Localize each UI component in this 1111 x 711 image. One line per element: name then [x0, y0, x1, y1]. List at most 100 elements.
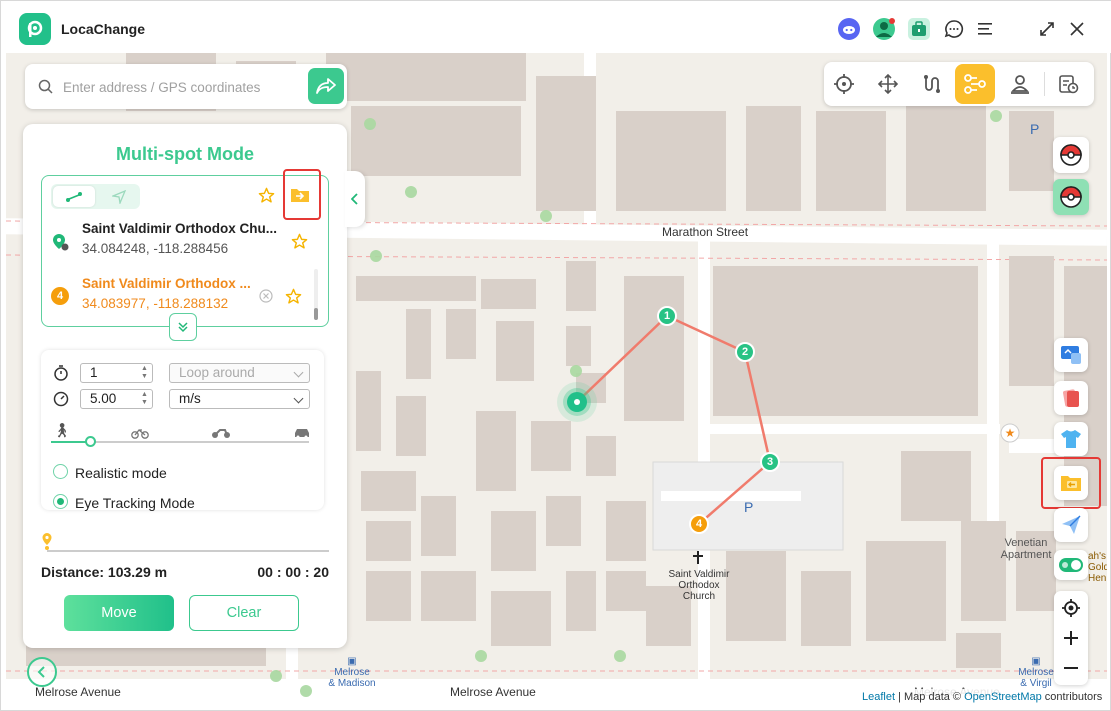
move-button[interactable]: Move	[64, 595, 174, 631]
speed-unit-select[interactable]: m/s	[169, 389, 310, 409]
back-button[interactable]	[27, 657, 57, 687]
navigation-tab[interactable]	[101, 186, 137, 207]
discord-icon[interactable]	[837, 17, 861, 41]
share-arrow-icon	[316, 78, 336, 94]
chevron-left-icon	[351, 193, 358, 205]
jump-mode-button[interactable]	[1000, 64, 1040, 104]
minus-icon	[1064, 667, 1078, 669]
pokeball-green-button[interactable]	[1053, 179, 1089, 215]
movement-settings: 1 ▲ ▼ Loop around 5.00 ▲ ▼ m/s 🚶︎ Realis…	[41, 350, 324, 511]
paper-plane-icon	[1062, 515, 1081, 534]
walk-icon[interactable]: 🚶︎	[53, 422, 71, 439]
pokeball-icon	[1060, 144, 1082, 166]
waypoint-1[interactable]: 1	[657, 306, 677, 326]
toolbox-icon[interactable]	[907, 17, 931, 41]
multi-spot-icon	[964, 74, 986, 94]
collapse-panel-button[interactable]	[345, 171, 365, 227]
car-icon[interactable]	[293, 427, 311, 439]
skin-button[interactable]	[1054, 422, 1088, 456]
route-line-tab[interactable]	[53, 186, 95, 207]
close-icon[interactable]	[1065, 17, 1089, 41]
screen-mirror-button[interactable]	[1054, 338, 1088, 372]
pokeball-button[interactable]	[1053, 137, 1089, 173]
two-spot-mode-button[interactable]	[912, 64, 952, 104]
zoom-out-button[interactable]	[1054, 653, 1088, 683]
app-title: LocaChange	[61, 21, 146, 37]
street-label-melrose-mid: Melrose Avenue	[450, 685, 536, 699]
multi-spot-mode-button[interactable]	[955, 64, 995, 104]
navigation-arrow-icon	[112, 189, 126, 204]
street-label-melrose-left: Melrose Avenue	[35, 685, 121, 699]
remove-spot-icon[interactable]	[259, 289, 273, 303]
expand-list-button[interactable]	[169, 313, 197, 341]
speed-slider-handle[interactable]	[85, 436, 96, 447]
time-readout: 00 : 00 : 20	[257, 564, 329, 580]
parking-label: P	[744, 499, 754, 515]
parking-label-top: P	[1030, 121, 1040, 137]
shirt-icon	[1061, 430, 1081, 448]
cards-button[interactable]	[1054, 381, 1088, 415]
history-button[interactable]	[1048, 64, 1088, 104]
toolbar-divider	[1044, 72, 1045, 96]
search-bar	[25, 64, 347, 109]
bike-icon[interactable]	[131, 427, 149, 439]
highlight-box	[283, 169, 321, 220]
account-icon[interactable]	[872, 17, 896, 41]
teleport-mode-button[interactable]	[824, 64, 864, 104]
attribution-separator: | Map data ©	[895, 691, 965, 703]
repeat-count-input[interactable]: 1 ▲ ▼	[80, 363, 153, 383]
search-input[interactable]	[63, 76, 293, 98]
spot-list-scroll-thumb[interactable]	[314, 308, 318, 320]
poi-label-cut: ah'sGoldeHen	[1088, 551, 1107, 584]
pokeball-icon	[1060, 186, 1082, 208]
highlight-box	[1041, 457, 1101, 509]
realistic-mode-radio[interactable]	[53, 464, 68, 479]
spot-name: Saint Valdimir Orthodox ...	[82, 276, 251, 291]
mode-toolbar	[824, 62, 1094, 106]
crosshair-icon	[834, 74, 854, 94]
clear-button[interactable]: Clear	[189, 595, 299, 631]
waypoint-3[interactable]: 3	[760, 452, 780, 472]
chat-icon[interactable]	[942, 17, 966, 41]
spot-index-badge: 4	[51, 287, 69, 305]
locate-me-button[interactable]	[1054, 593, 1088, 623]
distance-readout: Distance: 103.29 m	[41, 564, 168, 580]
repeat-stepper-icon[interactable]: ▲ ▼	[139, 365, 150, 381]
bus-stop-madison-label: ▣ Melrose & Madison	[328, 656, 376, 689]
arrow-left-icon	[37, 666, 45, 678]
street-label-marathon: Marathon Street	[662, 225, 749, 239]
go-button[interactable]	[308, 68, 344, 104]
route-icon	[924, 75, 940, 93]
svg-text:★: ★	[1005, 426, 1016, 440]
monitor-icon	[1061, 346, 1081, 364]
zoom-in-button[interactable]	[1054, 623, 1088, 653]
speedometer-icon	[53, 391, 69, 407]
eye-tracking-mode-radio[interactable]	[53, 494, 68, 509]
multi-spot-panel: Multi-spot Mode Saint Valdimir Orthodox …	[23, 124, 347, 648]
spot-item-1[interactable]: Saint Valdimir Orthodox Chu... 34.084248…	[42, 221, 330, 265]
repeat-count-value: 1	[90, 365, 98, 380]
send-route-button[interactable]	[1054, 508, 1088, 542]
waypoint-2[interactable]: 2	[735, 342, 755, 362]
app-logo-icon	[19, 13, 51, 45]
speed-stepper-icon[interactable]: ▲ ▼	[139, 391, 150, 407]
motorcycle-icon[interactable]	[211, 427, 231, 439]
leaflet-link[interactable]: Leaflet	[862, 691, 895, 703]
chevron-down-icon	[293, 367, 304, 378]
maximize-icon[interactable]	[1035, 17, 1059, 41]
star-icon[interactable]	[291, 233, 308, 250]
favorite-route-button[interactable]	[258, 187, 275, 209]
star-icon[interactable]	[285, 288, 302, 305]
toggle-button[interactable]	[1054, 550, 1088, 580]
loop-mode-select[interactable]: Loop around	[169, 363, 310, 383]
app-window: ★ 1 2 3 4 Marathon Street Melrose Avenue…	[0, 0, 1111, 711]
search-icon	[38, 79, 53, 94]
waypoint-4[interactable]: 4	[689, 514, 709, 534]
speed-input[interactable]: 5.00 ▲ ▼	[80, 389, 153, 409]
route-line-icon	[66, 191, 82, 202]
joystick-mode-button[interactable]	[868, 64, 908, 104]
route-progress-track	[47, 550, 329, 552]
menu-icon[interactable]	[974, 17, 998, 41]
double-chevron-down-icon	[178, 322, 188, 333]
osm-link[interactable]: OpenStreetMap	[964, 691, 1042, 703]
